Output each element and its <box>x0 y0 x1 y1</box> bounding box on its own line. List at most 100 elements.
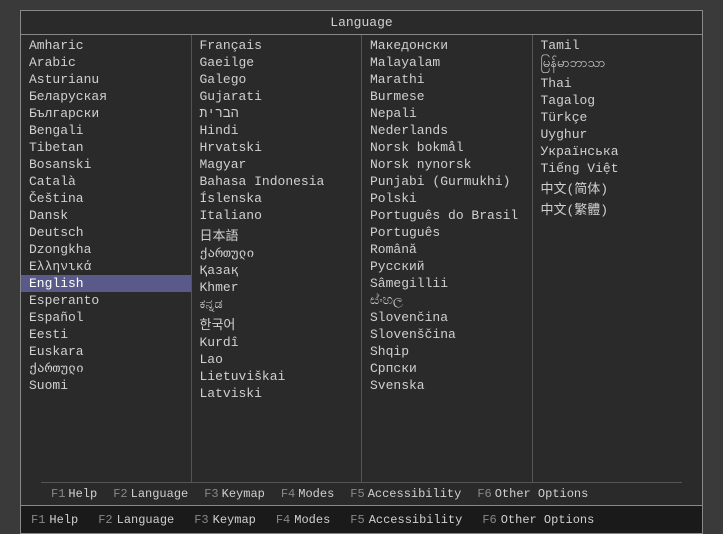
language-item[interactable]: Íslenska <box>192 190 362 207</box>
language-item[interactable]: Marathi <box>362 71 532 88</box>
language-item[interactable]: Polski <box>362 190 532 207</box>
language-item[interactable]: Қазақ <box>192 262 362 279</box>
language-item[interactable]: Tagalog <box>533 92 703 109</box>
language-column-4[interactable]: Tamilမြန်မာဘာသာThaiTagalogTürkçeUyghurУк… <box>533 35 703 482</box>
bottom-item-f4[interactable]: F4 Modes <box>276 513 330 527</box>
language-item[interactable]: Български <box>21 105 191 122</box>
language-item[interactable]: Português <box>362 224 532 241</box>
footer-label: Other Options <box>495 487 589 501</box>
footer-item-f3[interactable]: F3Keymap <box>204 487 265 501</box>
language-item[interactable]: Arabic <box>21 54 191 71</box>
bottom-item-f5[interactable]: F5Accessibility <box>350 513 462 527</box>
language-item[interactable]: Português do Brasil <box>362 207 532 224</box>
bottom-key: F1 <box>31 513 45 527</box>
language-item[interactable]: Bengali <box>21 122 191 139</box>
language-item[interactable]: Malayalam <box>362 54 532 71</box>
footer-item-f1[interactable]: F1Help <box>51 487 97 501</box>
language-item[interactable]: Català <box>21 173 191 190</box>
language-item[interactable]: Slovenčina <box>362 309 532 326</box>
footer-item-f5[interactable]: F5Accessibility <box>350 487 461 501</box>
footer-label: Modes <box>298 487 334 501</box>
footer-item-f6[interactable]: F6 Other Options <box>477 487 588 501</box>
language-item[interactable]: Deutsch <box>21 224 191 241</box>
language-item[interactable]: Burmese <box>362 88 532 105</box>
bottom-label: Language <box>117 513 175 527</box>
language-item[interactable]: Українська <box>533 143 703 160</box>
bottom-key: F4 <box>276 513 290 527</box>
language-item[interactable]: 中文(简体) <box>533 177 703 198</box>
language-column-3[interactable]: МакедонскиMalayalamMarathiBurmeseNepaliN… <box>362 35 533 482</box>
language-item[interactable]: Galego <box>192 71 362 88</box>
language-item[interactable]: Magyar <box>192 156 362 173</box>
language-item[interactable]: မြန်မာဘာသာ <box>533 54 703 75</box>
language-item[interactable]: ಕನ್ನಡ <box>192 296 362 313</box>
language-item[interactable]: Italiano <box>192 207 362 224</box>
language-item[interactable]: Slovenščina <box>362 326 532 343</box>
language-item[interactable]: English <box>21 275 191 292</box>
language-item[interactable]: Español <box>21 309 191 326</box>
language-item[interactable]: Gujarati <box>192 88 362 105</box>
language-item[interactable]: Asturianu <box>21 71 191 88</box>
language-item[interactable]: Sâmegillii <box>362 275 532 292</box>
bottom-item-f6[interactable]: F6Other Options <box>482 513 594 527</box>
language-item[interactable]: Српски <box>362 360 532 377</box>
language-item[interactable]: Tamil <box>533 37 703 54</box>
language-item[interactable]: הברית <box>192 105 362 122</box>
language-item[interactable]: Kurdî <box>192 334 362 351</box>
language-item[interactable]: Hrvatski <box>192 139 362 156</box>
language-item[interactable]: 한국어 <box>192 313 362 334</box>
bottom-item-f2[interactable]: F2Language <box>98 513 174 527</box>
language-item[interactable]: Русский <box>362 258 532 275</box>
language-item[interactable]: Shqip <box>362 343 532 360</box>
language-item[interactable]: Lietuviškai <box>192 368 362 385</box>
language-item[interactable]: Ελληνικά <box>21 258 191 275</box>
language-item[interactable]: Tiếng Việt <box>533 160 703 177</box>
language-item[interactable]: 日本語 <box>192 224 362 245</box>
footer-key: F2 <box>113 487 127 501</box>
footer-key: F6 <box>477 487 491 501</box>
language-item[interactable]: Eesti <box>21 326 191 343</box>
language-item[interactable]: Uyghur <box>533 126 703 143</box>
language-column-1[interactable]: AmharicArabicAsturianuБеларускаяБългарск… <box>21 35 192 482</box>
language-item[interactable]: Gaeilge <box>192 54 362 71</box>
language-item[interactable]: Română <box>362 241 532 258</box>
language-item[interactable]: Bahasa Indonesia <box>192 173 362 190</box>
language-item[interactable]: Norsk nynorsk <box>362 156 532 173</box>
footer-item-f4[interactable]: F4Modes <box>281 487 334 501</box>
bottom-label: Other Options <box>501 513 595 527</box>
language-item[interactable]: Беларуская <box>21 88 191 105</box>
language-item[interactable]: ස්ංහල <box>362 292 532 309</box>
language-item[interactable]: Suomi <box>21 377 191 394</box>
language-item[interactable]: Esperanto <box>21 292 191 309</box>
language-item[interactable]: Türkçe <box>533 109 703 126</box>
language-item[interactable]: Latviski <box>192 385 362 402</box>
language-item[interactable]: Svenska <box>362 377 532 394</box>
language-item[interactable]: Euskara <box>21 343 191 360</box>
language-item[interactable]: Čeština <box>21 190 191 207</box>
language-item[interactable]: Khmer <box>192 279 362 296</box>
language-item[interactable]: Nederlands <box>362 122 532 139</box>
dialog-title: Language <box>21 11 702 35</box>
language-item[interactable]: Punjabi (Gurmukhi) <box>362 173 532 190</box>
language-item[interactable]: Français <box>192 37 362 54</box>
language-item[interactable]: Norsk bokmål <box>362 139 532 156</box>
language-item[interactable]: ქართული <box>21 360 191 377</box>
language-item[interactable]: 中文(繁體) <box>533 198 703 219</box>
language-item[interactable]: Hindi <box>192 122 362 139</box>
language-item[interactable]: Dansk <box>21 207 191 224</box>
language-item[interactable]: Thai <box>533 75 703 92</box>
language-list-container[interactable]: AmharicArabicAsturianuБеларускаяБългарск… <box>21 35 702 482</box>
bottom-item-f3[interactable]: F3Keymap <box>194 513 256 527</box>
language-item[interactable]: Tibetan <box>21 139 191 156</box>
language-item[interactable]: Amharic <box>21 37 191 54</box>
language-column-2[interactable]: FrançaisGaeilgeGalegoGujaratiהבריתHindiH… <box>192 35 363 482</box>
language-item[interactable]: Dzongkha <box>21 241 191 258</box>
language-item[interactable]: ქართული <box>192 245 362 262</box>
language-item[interactable]: Nepali <box>362 105 532 122</box>
language-item[interactable]: Lao <box>192 351 362 368</box>
language-item[interactable]: Bosanski <box>21 156 191 173</box>
bottom-label: Modes <box>294 513 330 527</box>
language-item[interactable]: Македонски <box>362 37 532 54</box>
bottom-item-f1[interactable]: F1Help <box>31 513 78 527</box>
footer-item-f2[interactable]: F2Language <box>113 487 188 501</box>
